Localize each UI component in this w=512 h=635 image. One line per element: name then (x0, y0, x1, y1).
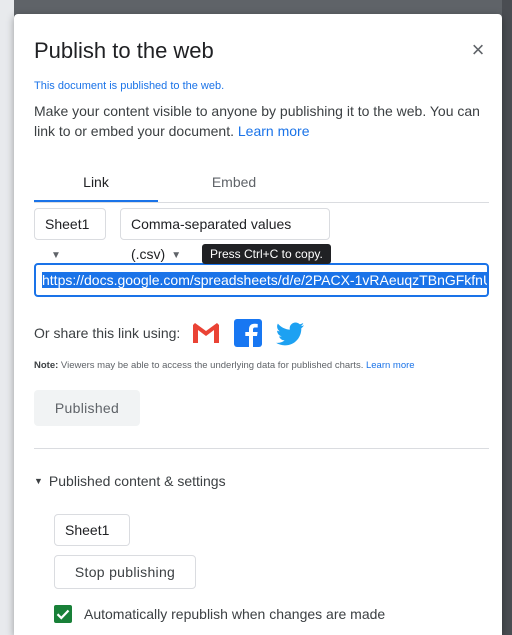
note-text: Viewers may be able to access the underl… (60, 360, 364, 371)
tab-link[interactable]: Link (34, 174, 158, 202)
note-learn-more-link[interactable]: Learn more (366, 360, 415, 371)
background-page (0, 0, 14, 635)
tab-bar: Link Embed (34, 174, 489, 203)
sheet-select-value: Sheet1 (45, 216, 90, 232)
publish-url-text: https://docs.google.com/spreadsheets/d/e… (42, 272, 487, 288)
share-label: Or share this link using: (34, 325, 181, 341)
section-divider (34, 448, 489, 449)
sheet-select[interactable]: Sheet1▼ (34, 208, 106, 261)
background-scrollbar (502, 0, 512, 635)
dialog-description: Make your content visible to anyone by p… (34, 101, 489, 141)
settings-section-toggle[interactable]: ▼ Published content & settings (34, 473, 226, 489)
checkmark-icon (56, 609, 70, 620)
close-icon[interactable]: × (466, 38, 490, 62)
note-prefix: Note: (34, 360, 59, 371)
settings-section-label: Published content & settings (48, 473, 226, 489)
triangle-down-icon: ▼ (34, 476, 43, 486)
publish-url-field[interactable]: https://docs.google.com/spreadsheets/d/e… (34, 263, 489, 297)
auto-republish-label: Automatically republish when changes are… (84, 606, 386, 622)
publish-dialog: Publish to the web × This document is pu… (14, 14, 502, 635)
facebook-icon[interactable] (232, 317, 264, 349)
gmail-icon[interactable] (190, 317, 222, 349)
twitter-icon[interactable] (274, 317, 306, 349)
auto-republish-checkbox[interactable] (54, 605, 72, 623)
auto-republish-row[interactable]: Automatically republish when changes are… (54, 604, 385, 624)
published-status-note: This document is published to the web. (34, 80, 225, 92)
tab-embed[interactable]: Embed (158, 174, 310, 200)
share-row: Or share this link using: (34, 317, 316, 349)
data-access-note: Note: Viewers may be able to access the … (34, 360, 415, 371)
published-sheet-select-value: Sheet1 (65, 522, 110, 538)
copy-tooltip: Press Ctrl+C to copy. (202, 244, 331, 264)
published-button: Published (34, 390, 140, 426)
published-sheet-select[interactable]: Sheet1▼ (54, 514, 130, 567)
dialog-title: Publish to the web (34, 38, 214, 63)
learn-more-link[interactable]: Learn more (238, 123, 310, 139)
stop-publishing-button[interactable]: Stop publishing (54, 555, 196, 589)
format-select[interactable]: Comma-separated values (.csv) ▼ (120, 208, 330, 262)
